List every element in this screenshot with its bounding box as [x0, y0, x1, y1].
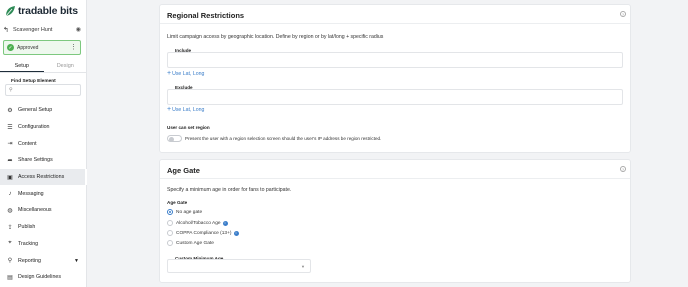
back-arrow-icon[interactable]: ↰: [3, 26, 11, 34]
content-icon: ⇥: [7, 141, 13, 148]
regional-restrictions-card: Regional Restrictions ? Limit campaign a…: [159, 4, 631, 153]
leaf-logo-icon: [5, 6, 15, 17]
sidebar-item-general-setup[interactable]: ⚙ General Setup: [0, 102, 87, 119]
tab-design[interactable]: Design: [44, 59, 88, 72]
age-gate-description: Specify a minimum age in order for fans …: [167, 187, 292, 193]
plus-icon: +: [167, 106, 172, 113]
sidebar: tradable bits ↰ Scavenger Hunt ◉ ✓ Appro…: [0, 0, 87, 287]
radio-button[interactable]: [167, 209, 173, 215]
sidebar-item-access-restrictions[interactable]: ▣ Access Restrictions: [0, 168, 87, 186]
sidebar-item-share-settings[interactable]: ➦ Share Settings: [0, 152, 87, 169]
radio-custom-age-gate[interactable]: Custom Age Gate: [167, 240, 214, 246]
radio-coppa[interactable]: COPPA Compliance (13+) i: [167, 230, 239, 236]
sidebar-item-label: Content: [18, 140, 37, 147]
sidebar-item-miscellaneous[interactable]: ◍ Miscellaneous: [0, 202, 87, 219]
sidebar-item-content[interactable]: ⇥ Content: [0, 135, 87, 152]
sidebar-item-configuration[interactable]: ☰ Configuration: [0, 119, 87, 136]
brand-name: tradable bits: [18, 5, 78, 17]
sidebar-nav: ⚙ General Setup ☰ Configuration ⇥ Conten…: [0, 102, 87, 286]
status-label: Approved: [17, 44, 39, 51]
kebab-icon[interactable]: ⋮: [70, 44, 77, 51]
find-setup-input[interactable]: ⚲: [5, 84, 81, 96]
regional-description: Limit campaign access by geographic loca…: [167, 34, 384, 40]
publish-icon: ⇪: [7, 224, 13, 231]
radio-button[interactable]: [167, 230, 173, 236]
sidebar-item-label: Configuration: [18, 124, 50, 131]
include-field[interactable]: [167, 52, 623, 68]
check-circle-icon: ✓: [7, 44, 14, 51]
link-label: Use Lat, Long: [172, 70, 205, 77]
share-icon: ➦: [7, 157, 13, 164]
radio-label: Alcohol/Tobacco Age: [176, 220, 221, 226]
tab-setup[interactable]: Setup: [0, 59, 44, 72]
sidebar-item-reporting[interactable]: ⚲ Reporting ▼: [0, 252, 87, 269]
sidebar-item-label: Tracking: [18, 240, 39, 247]
card-title: Age Gate: [167, 166, 200, 175]
age-gate-card: Age Gate ? Specify a minimum age in orde…: [159, 159, 631, 283]
card-header: Age Gate ?: [160, 160, 630, 179]
status-badge[interactable]: ✓ Approved ⋮: [3, 40, 81, 55]
user-region-label: User can set region: [167, 125, 210, 130]
chevron-down-icon[interactable]: ▼: [74, 258, 79, 264]
lock-icon: ▣: [7, 174, 13, 181]
radio-label: No age gate: [176, 209, 203, 215]
user-region-toggle[interactable]: [167, 135, 182, 142]
sidebar-item-label: Access Restrictions: [18, 174, 65, 181]
bell-icon: ♪: [8, 190, 12, 197]
chevron-down-icon: ▼: [301, 264, 305, 269]
sidebar-item-label: Messaging: [18, 190, 44, 197]
radio-button[interactable]: [167, 240, 173, 246]
info-icon[interactable]: i: [233, 230, 239, 236]
sidebar-item-publish[interactable]: ⇪ Publish: [0, 219, 87, 236]
radio-label: COPPA Compliance (13+): [176, 230, 232, 236]
link-label: Use Lat, Long: [172, 106, 205, 113]
exclude-field[interactable]: [167, 89, 623, 105]
sidebar-item-label: Publish: [18, 224, 36, 231]
book-icon: ▤: [7, 274, 13, 281]
sidebar-item-label: Reporting: [18, 257, 41, 264]
brand-logo[interactable]: tradable bits: [4, 5, 78, 17]
sidebar-item-messaging[interactable]: ♪ Messaging: [0, 185, 87, 202]
gear-icon: ⚙: [7, 107, 13, 114]
plus-icon: +: [167, 70, 172, 77]
include-use-lat-long-link[interactable]: + Use Lat, Long: [167, 70, 204, 77]
sidebar-tabs: Setup Design: [0, 59, 87, 73]
globe-icon: ◍: [7, 207, 13, 214]
info-icon[interactable]: i: [222, 220, 228, 226]
user-region-description: Present the user with a region selection…: [185, 136, 382, 141]
radio-label: Custom Age Gate: [176, 240, 214, 246]
custom-minimum-age-select[interactable]: ▼: [167, 259, 311, 273]
card-header: Regional Restrictions ?: [160, 5, 630, 24]
sidebar-item-label: Design Guidelines: [18, 274, 61, 281]
search-icon: ⚲: [9, 87, 13, 93]
age-gate-group-label: Age Gate: [167, 200, 188, 205]
tracking-icon: ⌖: [8, 240, 12, 247]
toggle-knob: [169, 136, 174, 142]
campaign-header: ↰ Scavenger Hunt ◉: [3, 24, 81, 35]
exclude-use-lat-long-link[interactable]: + Use Lat, Long: [167, 106, 204, 113]
eye-icon[interactable]: ◉: [76, 26, 81, 33]
search-icon: ⚲: [7, 258, 13, 265]
campaign-name: Scavenger Hunt: [13, 26, 53, 33]
radio-no-age-gate[interactable]: No age gate: [167, 209, 202, 215]
sidebar-item-label: Share Settings: [18, 157, 53, 164]
sidebar-item-design-guidelines[interactable]: ▤ Design Guidelines: [0, 269, 87, 286]
sidebar-item-label: General Setup: [18, 107, 53, 114]
radio-alcohol-tobacco[interactable]: Alcohol/Tobacco Age i: [167, 220, 228, 226]
help-icon[interactable]: ?: [620, 11, 626, 17]
radio-button[interactable]: [167, 220, 173, 226]
sidebar-item-tracking[interactable]: ⌖ Tracking: [0, 236, 87, 253]
sliders-icon: ☰: [7, 124, 13, 131]
card-title: Regional Restrictions: [167, 11, 245, 20]
help-icon[interactable]: ?: [620, 166, 626, 172]
sidebar-item-label: Miscellaneous: [18, 207, 52, 214]
